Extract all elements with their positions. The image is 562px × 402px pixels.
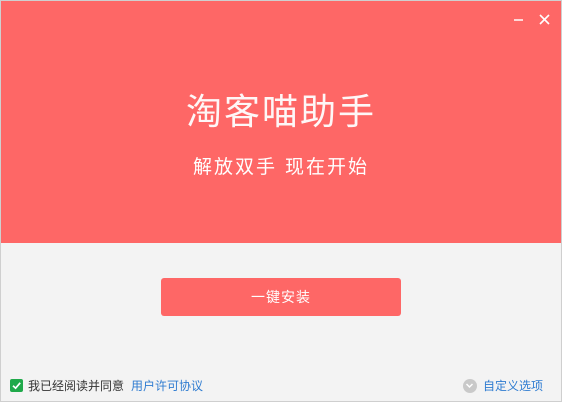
agreement-row: 我已经阅读并同意 用户许可协议 <box>10 377 203 394</box>
close-icon <box>538 13 550 25</box>
chevron-down-circle-icon <box>462 378 477 393</box>
app-slogan: 解放双手 现在开始 <box>192 156 370 178</box>
custom-options-toggle[interactable]: 自定义选项 <box>462 377 543 394</box>
agree-label: 我已经阅读并同意 <box>28 379 125 393</box>
window-controls <box>509 10 553 28</box>
app-title: 淘客喵助手 <box>185 92 376 133</box>
one-click-install-button[interactable]: 一键安装 <box>161 278 401 316</box>
minimize-button[interactable] <box>509 10 527 28</box>
custom-options-label: 自定义选项 <box>482 379 543 393</box>
header-banner: 淘客喵助手 解放双手 现在开始 <box>1 1 561 243</box>
checkmark-icon <box>12 382 21 390</box>
license-agreement-link[interactable]: 用户许可协议 <box>131 377 203 394</box>
agree-checkbox[interactable] <box>10 379 23 392</box>
installer-window: 淘客喵助手 解放双手 现在开始 一键安装 我已经阅读并同意 用户许可协议 自定义… <box>0 0 562 402</box>
minimize-icon <box>513 18 523 21</box>
close-button[interactable] <box>535 10 553 28</box>
